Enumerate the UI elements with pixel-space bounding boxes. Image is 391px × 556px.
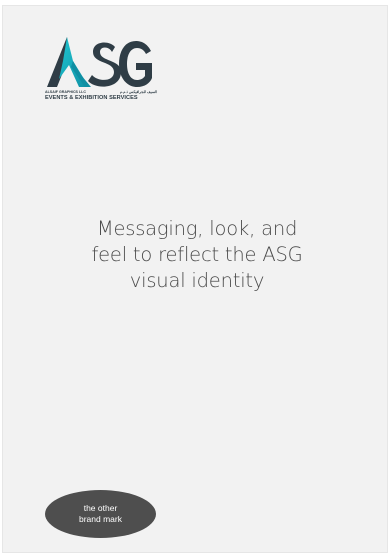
headline-line-2: feel to reflect the ASG	[91, 243, 303, 266]
logo-company-name: ALSAIF GRAPHICS LLC	[45, 90, 86, 94]
headline: Messaging, look, and feel to reflect the…	[61, 216, 333, 294]
asg-logo: ALSAIF GRAPHICS LLC السيف للجرافيكس ذ.م.…	[43, 31, 157, 107]
document-page: ALSAIF GRAPHICS LLC السيف للجرافيكس ذ.م.…	[2, 5, 388, 553]
logo-tagline: EVENTS & EXHIBITION SERVICES	[45, 95, 138, 101]
other-brand-mark: the other brand mark	[45, 490, 156, 538]
brand-mark-line-2: brand mark	[79, 514, 122, 524]
brand-mark-line-1: the other	[83, 503, 118, 513]
headline-line-3: visual identity	[129, 269, 265, 292]
asg-logo-mark	[47, 37, 152, 87]
headline-line-1: Messaging, look, and	[96, 217, 298, 240]
